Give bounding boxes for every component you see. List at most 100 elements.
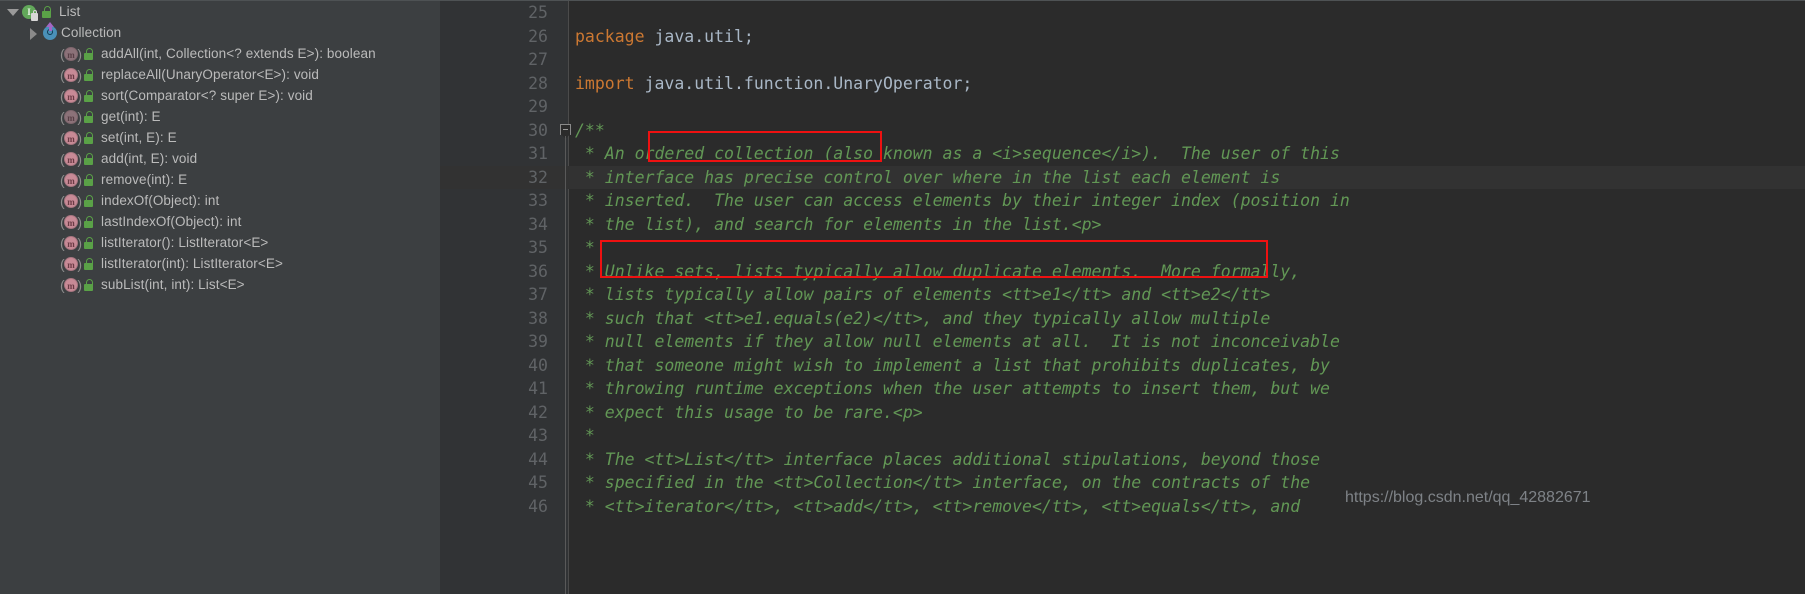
line-number: 27: [528, 50, 548, 69]
tree-row[interactable]: () m addAll(int, Collection<? extends E>):…: [0, 43, 440, 64]
code-line-text: * such that <tt>e1.equals(e2)</tt>, and …: [575, 307, 1270, 331]
method-icon: () m: [60, 235, 82, 251]
line-number: 31: [528, 144, 548, 163]
code-line[interactable]: 42 * expect this usage to be rare.<p>: [440, 401, 1805, 425]
tree-row[interactable]: () m lastIndexOf(Object): int: [0, 211, 440, 232]
tree-row[interactable]: () m set(int, E): E: [0, 127, 440, 148]
tree-row-label: lastIndexOf(Object): int: [101, 214, 242, 229]
tree-row[interactable]: I List: [0, 1, 440, 22]
code-line[interactable]: 29: [440, 95, 1805, 119]
line-number: 46: [528, 496, 548, 516]
public-lock-icon: [40, 4, 54, 20]
tree-row-label: addAll(int, Collection<? extends E>): bo…: [101, 46, 376, 61]
code-line[interactable]: 37 * lists typically allow pairs of elem…: [440, 283, 1805, 307]
public-lock-icon: [82, 151, 96, 167]
tree-row[interactable]: () m add(int, E): void: [0, 148, 440, 169]
code-line[interactable]: 38 * such that <tt>e1.equals(e2)</tt>, a…: [440, 307, 1805, 331]
code-line-text: * expect this usage to be rare.<p>: [575, 401, 923, 425]
tree-row[interactable]: Collection: [0, 21, 440, 43]
code-line[interactable]: 26 package java.util;: [440, 25, 1805, 49]
code-line-text: * inserted. The user can access elements…: [575, 189, 1350, 213]
code-token: /**: [575, 120, 605, 140]
code-line[interactable]: 32 * interface has precise control over …: [440, 165, 1805, 189]
code-line[interactable]: 41 * throwing runtime exceptions when th…: [440, 377, 1805, 401]
code-line[interactable]: 45 * specified in the <tt>Collection</tt…: [440, 471, 1805, 495]
method-glyph: m: [64, 46, 78, 61]
code-line[interactable]: 25: [440, 1, 1805, 25]
code-token: * interface has precise control over whe…: [575, 167, 1281, 187]
code-line[interactable]: 46 * <tt>iterator</tt>, <tt>add</tt>, <t…: [440, 495, 1805, 519]
code-line[interactable]: 39 * null elements if they allow null el…: [440, 330, 1805, 354]
method-glyph: m: [64, 277, 78, 292]
chevron-down-icon[interactable]: [6, 5, 19, 18]
line-number: 42: [528, 402, 548, 422]
code-line[interactable]: 33 * inserted. The user can access eleme…: [440, 189, 1805, 213]
code-editor[interactable]: 25 26 package java.util; 27 28 import java.ut…: [440, 0, 1805, 594]
tree-row-label: set(int, E): E: [101, 130, 177, 145]
code-line-text: * null elements if they allow null eleme…: [575, 330, 1340, 354]
method-icon: () m: [60, 256, 82, 272]
lock-body: [84, 178, 93, 186]
tree-row-label: remove(int): E: [101, 172, 188, 187]
code-token: package: [575, 26, 655, 46]
code-line-text: *: [575, 424, 595, 448]
code-line-text: * that someone might wish to implement a…: [575, 354, 1330, 378]
tree-row[interactable]: () m listIterator(): ListIterator<E>: [0, 232, 440, 253]
code-fold-toggle-icon[interactable]: [560, 123, 571, 135]
tree-row[interactable]: () m replaceAll(UnaryOperator<E>): void: [0, 64, 440, 85]
code-line-text: * the list), and search for elements in …: [575, 213, 1102, 237]
tree-row[interactable]: () m subList(int, int): List<E>: [0, 274, 440, 295]
code-line[interactable]: 28 import java.util.function.UnaryOperato…: [440, 72, 1805, 96]
code-line[interactable]: 44 * The <tt>List</tt> interface places …: [440, 448, 1805, 472]
lock-body: [42, 10, 51, 18]
line-number: 26: [528, 26, 548, 46]
public-lock-icon: [82, 88, 96, 104]
code-line[interactable]: 30 /**: [440, 119, 1805, 143]
code-line-text: * specified in the <tt>Collection</tt> i…: [575, 471, 1310, 495]
code-line-text: * An ordered collection (also known as a…: [575, 142, 1340, 166]
tree-row-label: get(int): E: [101, 109, 161, 124]
public-lock-icon: [82, 277, 96, 293]
method-glyph: m: [64, 130, 78, 145]
tree-row-label: listIterator(int): ListIterator<E>: [101, 256, 283, 271]
method-glyph: m: [64, 151, 78, 166]
chevron-right-icon[interactable]: [27, 26, 40, 40]
code-token: * such that <tt>e1.equals(e2)</tt>, and …: [575, 308, 1271, 328]
code-line[interactable]: 31 * An ordered collection (also known a…: [440, 142, 1805, 166]
code-line[interactable]: 34 * the list), and search for elements …: [440, 213, 1805, 237]
tree-row-label: List: [59, 4, 81, 19]
public-lock-icon: [82, 67, 96, 83]
code-line-text: * lists typically allow pairs of element…: [575, 283, 1270, 307]
tree-row[interactable]: () m get(int): E: [0, 106, 440, 127]
code-line[interactable]: 40 * that someone might wish to implemen…: [440, 354, 1805, 378]
structure-tree-panel[interactable]: I List Collection () m addAll(int, Collection…: [0, 0, 440, 594]
public-lock-icon: [82, 235, 96, 251]
code-line-text: package java.util;: [575, 25, 754, 49]
line-number: 38: [528, 308, 548, 328]
code-line[interactable]: 36 * Unlike sets, lists typically allow …: [440, 260, 1805, 284]
method-glyph: m: [64, 67, 78, 82]
code-token: * Unlike sets, lists typically allow dup…: [575, 261, 1301, 281]
method-icon: () m: [60, 109, 82, 125]
code-token: * that someone might wish to implement a…: [575, 355, 1330, 375]
lock-icon: [31, 9, 38, 21]
tree-row[interactable]: () m indexOf(Object): int: [0, 190, 440, 211]
line-number: 35: [528, 238, 548, 257]
code-token: java.util;: [654, 26, 754, 46]
code-token: * An ordered collection (also known as a…: [575, 144, 1340, 163]
code-line[interactable]: 27: [440, 48, 1805, 72]
public-lock-icon: [82, 109, 96, 125]
tree-row[interactable]: () m listIterator(int): ListIterator<E>: [0, 253, 440, 274]
code-line-text: * The <tt>List</tt> interface places add…: [575, 448, 1320, 472]
tree-row[interactable]: () m sort(Comparator<? super E>): void: [0, 85, 440, 106]
lock-body: [84, 94, 93, 102]
method-icon: () m: [60, 88, 82, 104]
line-number: 44: [528, 449, 548, 469]
code-line[interactable]: 35 *: [440, 236, 1805, 260]
lock-body: [84, 220, 93, 228]
code-line[interactable]: 43 *: [440, 424, 1805, 448]
code-line-text: *: [575, 236, 595, 260]
tree-row-label: indexOf(Object): int: [101, 193, 220, 208]
method-glyph: m: [64, 235, 78, 250]
tree-row[interactable]: () m remove(int): E: [0, 169, 440, 190]
